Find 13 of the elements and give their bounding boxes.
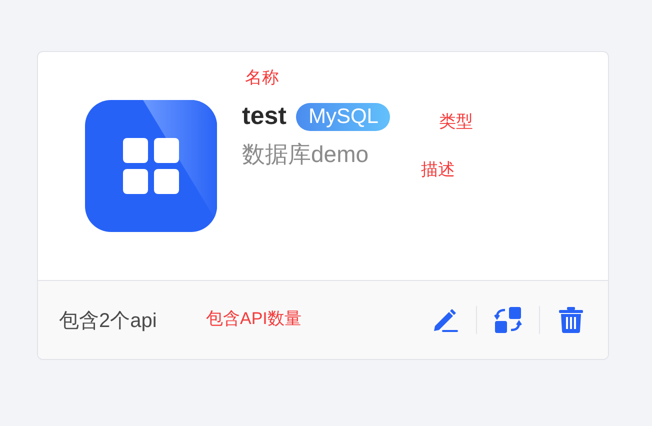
trash-icon: [556, 305, 586, 335]
swap-icon: [493, 305, 523, 335]
api-count: 包含2个api: [59, 308, 157, 334]
switch-button[interactable]: [493, 305, 523, 335]
annotation-label: 类型: [439, 111, 473, 133]
grid-icon: [85, 100, 217, 232]
annotation-label: 描述: [421, 159, 455, 181]
annotation-label: 名称: [245, 67, 279, 89]
datasource-description: 数据库demo: [242, 140, 370, 169]
datasource-name: test: [242, 102, 286, 131]
type-tag: MySQL: [296, 102, 390, 130]
annotation-label: 包含API数量: [206, 308, 302, 330]
delete-button[interactable]: [556, 305, 586, 335]
